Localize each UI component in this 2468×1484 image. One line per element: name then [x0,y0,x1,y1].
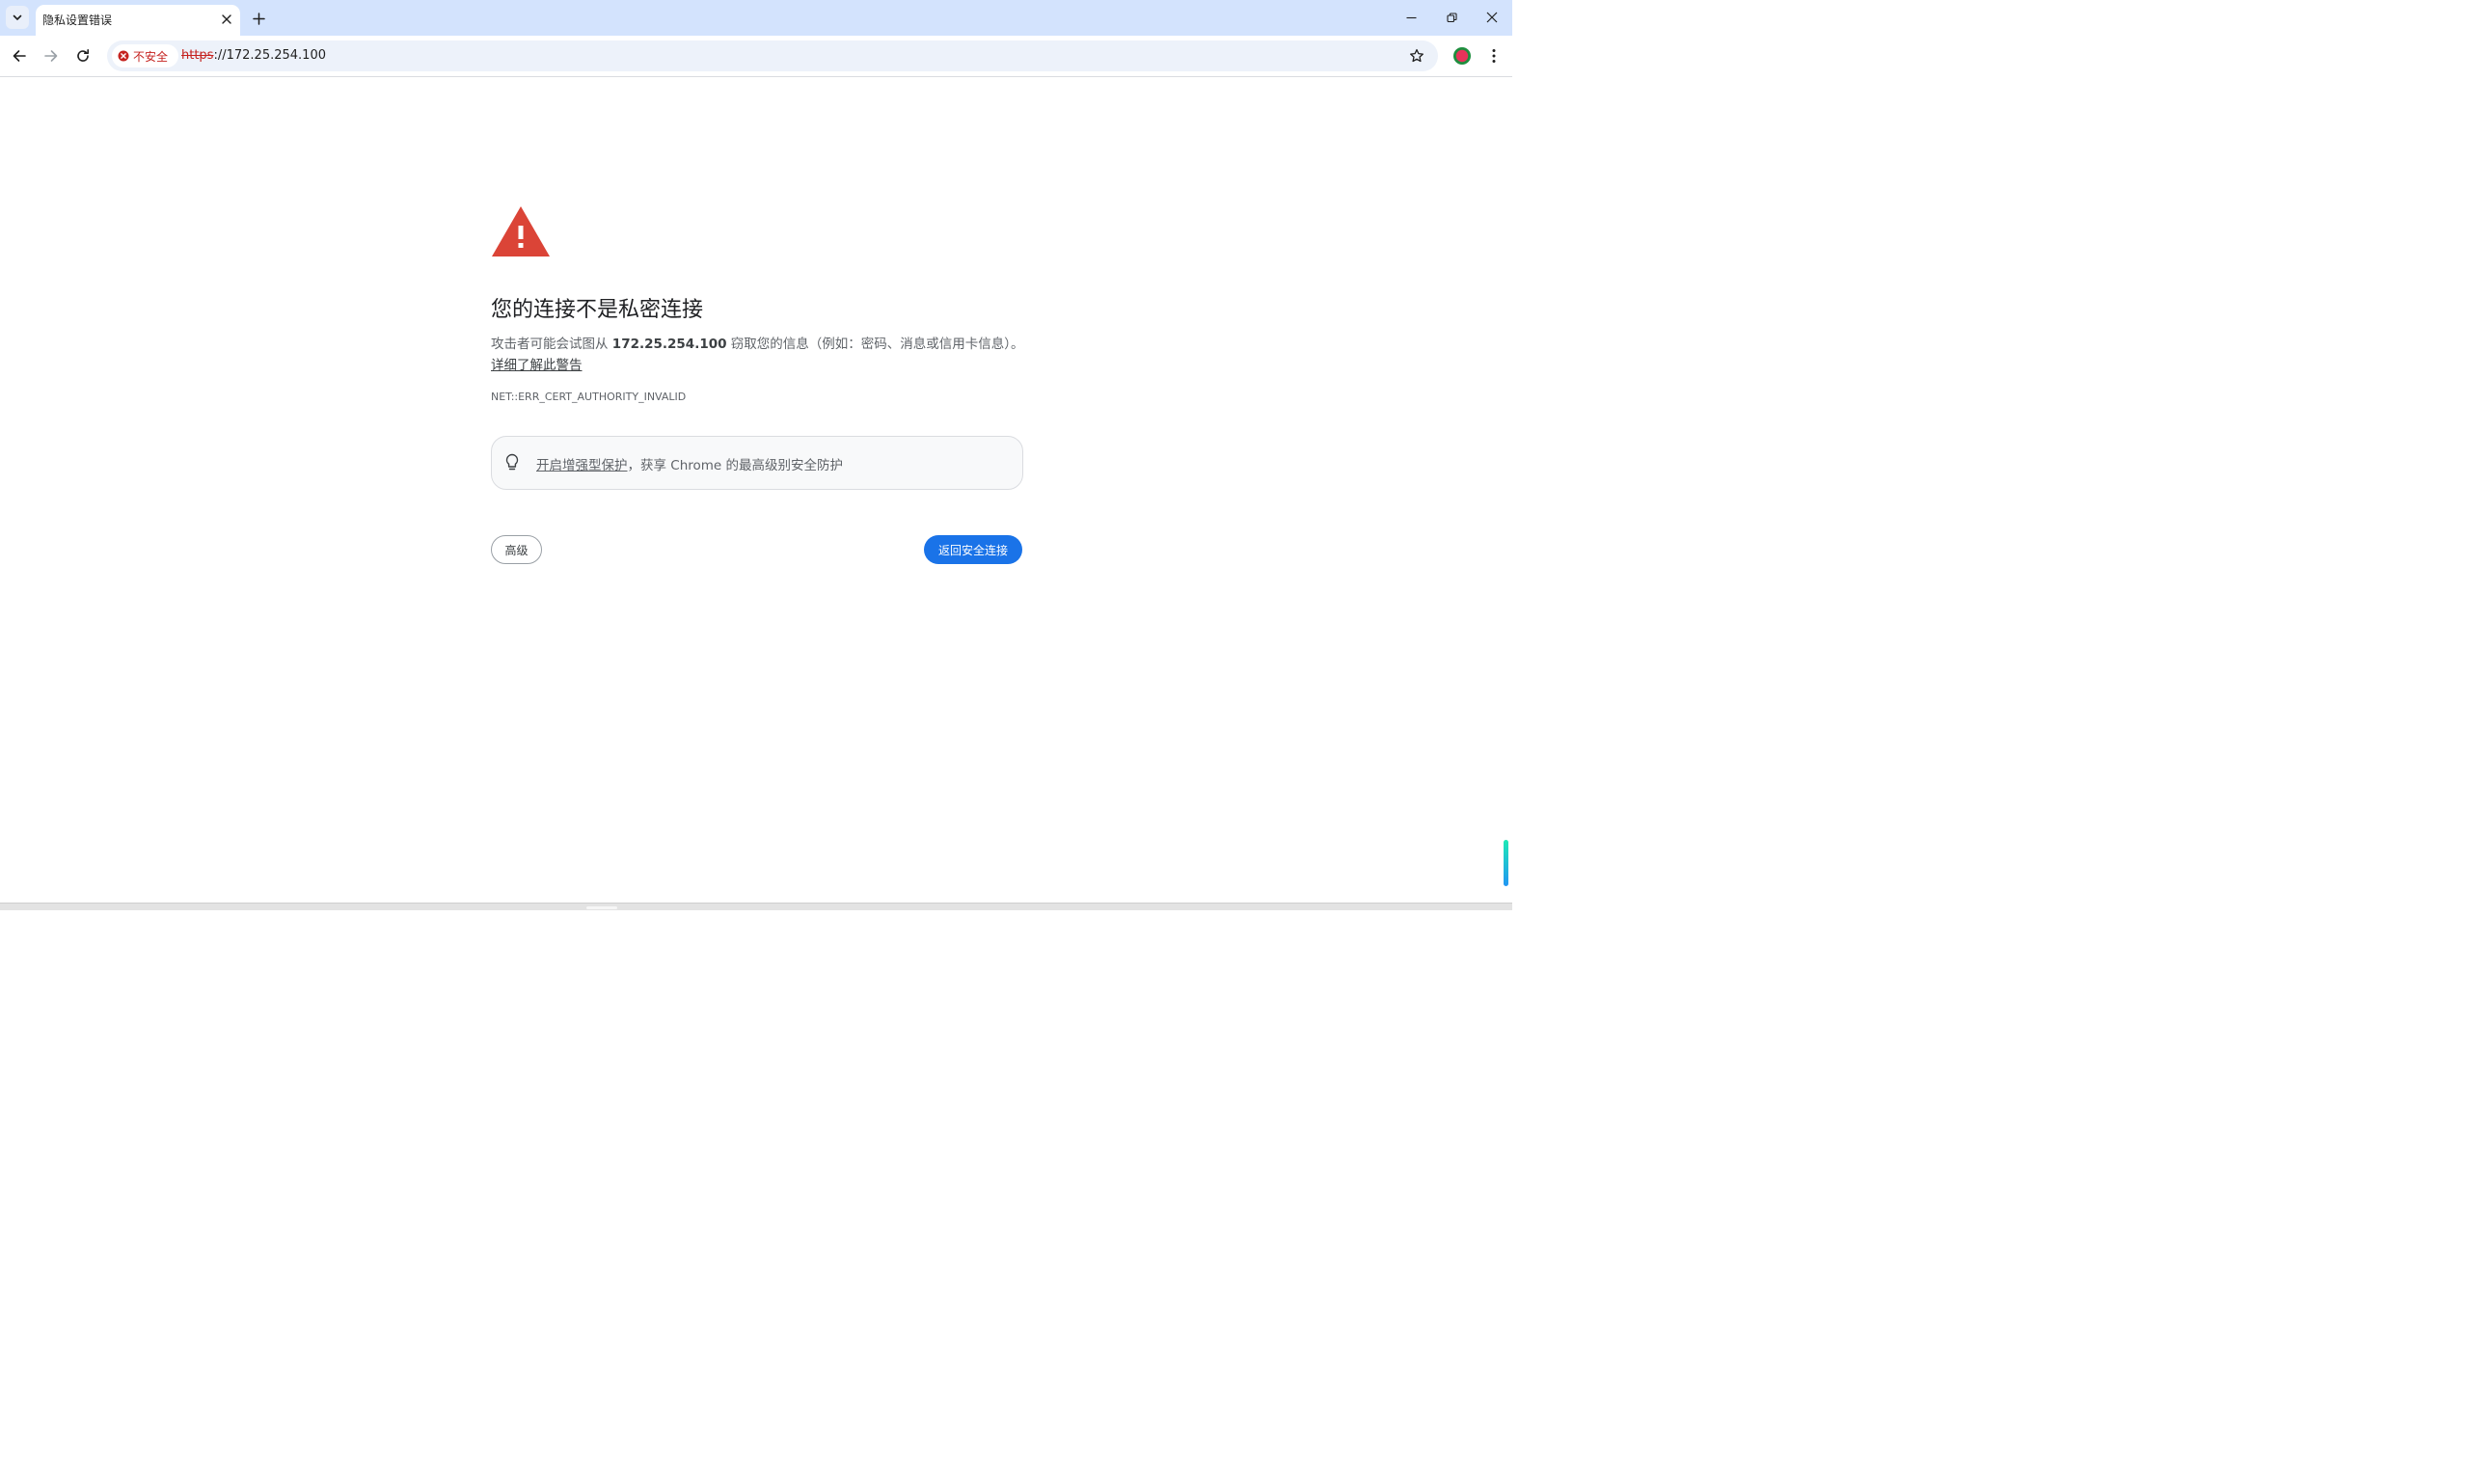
error-circle-icon [118,50,129,62]
reload-icon [75,48,91,64]
not-secure-label: 不安全 [133,49,169,64]
browser-menu-button[interactable] [1482,43,1505,68]
star-icon [1409,48,1424,64]
enhanced-protection-link[interactable]: 开启增强型保护 [536,458,628,473]
enhanced-protection-promo: 开启增强型保护，获享 Chrome 的最高级别安全防护 [491,436,1023,490]
learn-more-link[interactable]: 详细了解此警告 [491,358,583,373]
page-title: 您的连接不是私密连接 [491,298,704,322]
promo-description: ，获享 Chrome 的最高级别安全防护 [627,458,844,473]
description-text: 攻击者可能会试图从 [491,337,612,352]
host-name: 172.25.254.100 [611,337,727,352]
error-code[interactable]: NET::ERR_CERT_AUTHORITY_INVALID [491,391,686,403]
url-host: ://172.25.254.100 [213,48,326,63]
minimize-button[interactable] [1392,4,1430,31]
chevron-down-icon [12,12,23,23]
window-close-button[interactable] [1473,4,1511,31]
restore-icon [1446,12,1457,23]
url-scheme: https [181,48,214,63]
arrow-left-icon [12,48,27,64]
warning-triangle-icon [491,205,551,257]
warning-description: 攻击者可能会试图从 172.25.254.100 窃取您的信息（例如：密码、消息… [491,334,1031,376]
lightbulb-icon [504,453,520,472]
close-icon [1486,12,1498,23]
forward-nav-button[interactable] [39,43,64,68]
back-nav-button[interactable] [7,43,32,68]
new-tab-button[interactable] [248,8,269,29]
browser-toolbar: 不安全 https://172.25.254.100 [0,36,1512,77]
kebab-menu-icon [1492,48,1496,64]
tab-strip: 隐私设置错误 [0,0,1512,36]
profile-button[interactable] [1450,43,1475,68]
back-to-safety-button[interactable]: 返回安全连接 [924,535,1022,564]
tab-close-button[interactable] [218,11,235,28]
profile-avatar-icon [1452,46,1472,66]
tab-title: 隐私设置错误 [42,13,113,27]
address-bar[interactable]: 不安全 https://172.25.254.100 [107,40,1438,71]
security-chip[interactable]: 不安全 [112,44,178,67]
restore-button[interactable] [1432,4,1471,31]
description-text: 窃取您的信息（例如：密码、消息或信用卡信息）。 [726,337,1024,352]
plus-icon [252,12,265,25]
arrow-right-icon [43,48,59,64]
reload-button[interactable] [70,43,95,68]
bookmark-button[interactable] [1406,45,1427,67]
url-text[interactable]: https://172.25.254.100 [181,48,326,63]
promo-text: 开启增强型保护，获享 Chrome 的最高级别安全防护 [536,454,843,473]
bottom-handle [586,906,617,909]
minimize-icon [1406,13,1417,23]
bottom-edge-bar [0,903,1512,910]
tab-active[interactable]: 隐私设置错误 [36,5,240,36]
close-icon [222,14,231,24]
scroll-indicator [1504,840,1508,886]
advanced-button[interactable]: 高级 [491,535,542,564]
tab-search-button[interactable] [6,6,29,29]
